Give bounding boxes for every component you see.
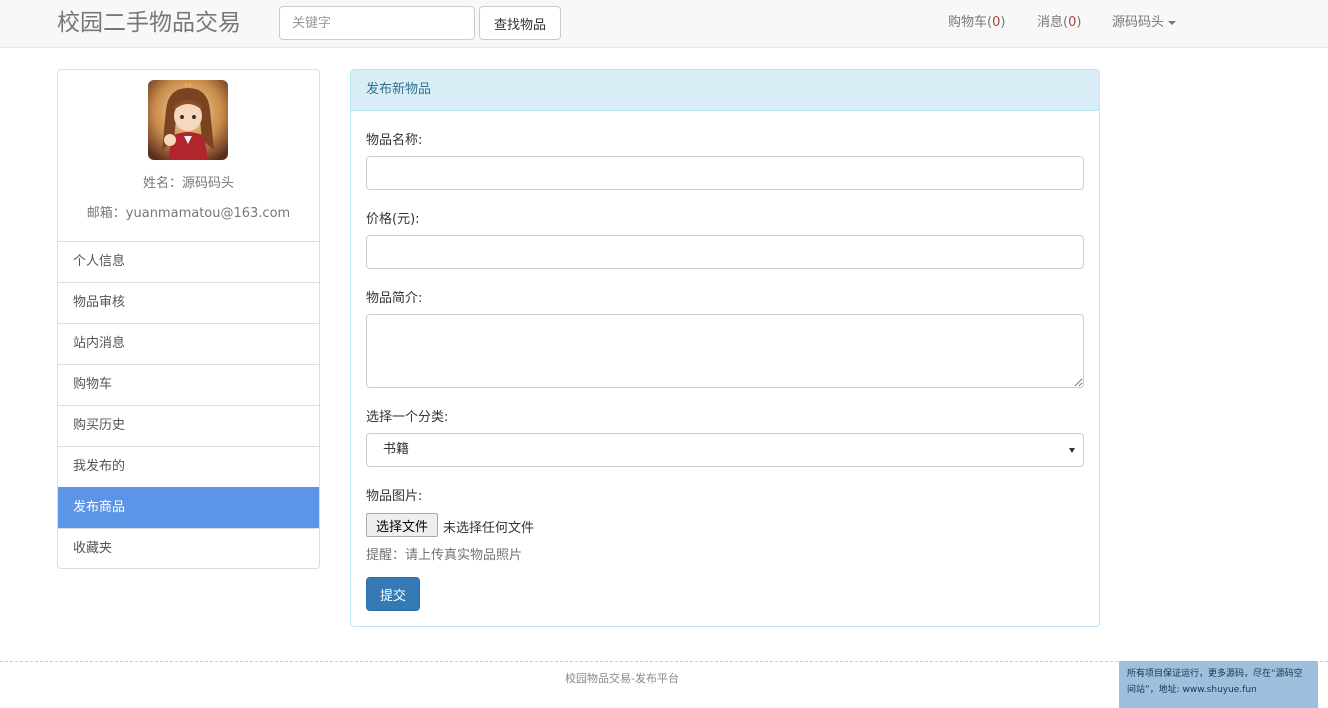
profile-name: 姓名：源码码头 bbox=[142, 176, 234, 191]
name-label: 物品名称: bbox=[366, 133, 423, 148]
user-menu-dropdown[interactable]: 源码码头 bbox=[1112, 14, 1177, 32]
description-label: 物品简介: bbox=[366, 291, 423, 306]
messages-link[interactable]: 消息(0) bbox=[1037, 14, 1081, 32]
description-textarea[interactable] bbox=[366, 314, 1084, 388]
sidebar: 姓名：源码码头 邮箱：yuanmamatou@163.com 个人信息 物品审核… bbox=[57, 69, 320, 569]
submit-button[interactable]: 提交 bbox=[366, 577, 420, 611]
category-label: 选择一个分类: bbox=[366, 410, 449, 425]
file-status: 未选择任何文件 bbox=[443, 521, 535, 536]
sidebar-menu: 个人信息 物品审核 站内消息 购物车 购买历史 我发布的 发布商品 收藏夹 bbox=[58, 241, 319, 569]
cart-label: 购物车( bbox=[948, 15, 993, 30]
sidebar-item-review[interactable]: 物品审核 bbox=[58, 282, 319, 323]
avatar bbox=[148, 80, 228, 160]
watermark-notice: 所有项目保证运行，更多源码，尽在“源码空间站”，地址: www.shuyue.f… bbox=[1119, 661, 1318, 708]
publish-panel: 发布新物品 物品名称: 价格(元): 物品简介: 选择一个分类: 书籍 物品图片… bbox=[350, 69, 1100, 627]
price-label: 价格(元): bbox=[366, 212, 420, 227]
image-label: 物品图片: bbox=[366, 489, 423, 504]
sidebar-item-cart[interactable]: 购物车 bbox=[58, 364, 319, 405]
upload-hint: 提醒：请上传真实物品照片 bbox=[366, 548, 523, 563]
panel-heading: 发布新物品 bbox=[351, 70, 1099, 111]
category-select[interactable]: 书籍 bbox=[366, 433, 1084, 467]
caret-down-icon bbox=[1168, 20, 1177, 25]
messages-close-paren: ) bbox=[1076, 15, 1082, 30]
top-navbar: 校园二手物品交易 查找物品 购物车(0) 消息(0) 源码码头 bbox=[0, 0, 1328, 48]
sidebar-item-favorites[interactable]: 收藏夹 bbox=[58, 528, 319, 569]
cart-link[interactable]: 购物车(0) bbox=[948, 14, 1005, 32]
brand-title[interactable]: 校园二手物品交易 bbox=[57, 8, 241, 38]
user-menu-label: 源码码头 bbox=[1112, 15, 1165, 30]
sidebar-item-messages[interactable]: 站内消息 bbox=[58, 323, 319, 364]
category-selected-value: 书籍 bbox=[383, 442, 410, 457]
avatar-image-icon bbox=[148, 80, 228, 160]
sidebar-item-my-posts[interactable]: 我发布的 bbox=[58, 446, 319, 487]
item-name-input[interactable] bbox=[366, 156, 1084, 190]
messages-label: 消息( bbox=[1037, 15, 1069, 30]
search-button[interactable]: 查找物品 bbox=[479, 6, 561, 40]
sidebar-item-publish[interactable]: 发布商品 bbox=[58, 487, 319, 528]
sidebar-item-purchase-history[interactable]: 购买历史 bbox=[58, 405, 319, 446]
select-arrow-icon bbox=[1069, 448, 1075, 453]
price-input[interactable] bbox=[366, 235, 1084, 269]
footer-text: 校园物品交易-发布平台 bbox=[565, 672, 679, 685]
search-input[interactable] bbox=[279, 6, 475, 40]
sidebar-item-profile[interactable]: 个人信息 bbox=[58, 241, 319, 282]
choose-file-button[interactable]: 选择文件 bbox=[366, 513, 438, 537]
profile-email: 邮箱：yuanmamatou@163.com bbox=[86, 206, 291, 221]
cart-close-paren: ) bbox=[1000, 15, 1006, 30]
